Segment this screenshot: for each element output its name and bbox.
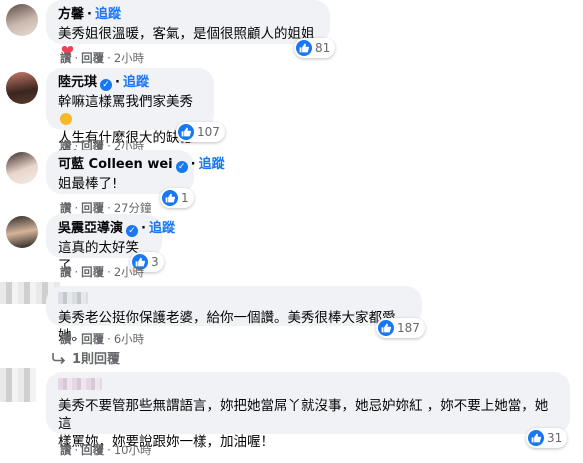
comment-actions: 讚 · 回覆 · 2小時 xyxy=(60,265,145,279)
verified-badge-icon: ✓ xyxy=(100,79,113,91)
reaction-count[interactable]: 187 xyxy=(376,318,425,338)
avatar[interactable] xyxy=(6,216,38,248)
comment-bubble: 方馨 · 追蹤 美秀姐很溫暖，客氣，是個很照顧人的姐姐 xyxy=(46,0,330,56)
like-icon xyxy=(378,320,394,336)
commenter-name[interactable]: 可藍 Colleen wei xyxy=(58,157,173,172)
comment-bubble: 美秀不要管那些無謂語言，妳把她當屌丫就沒事，她忌妒妳紅 ，妳不要上她當，她這 樣… xyxy=(46,372,570,450)
avatar[interactable] xyxy=(6,152,38,184)
commenter-name-redacted xyxy=(58,378,102,390)
reaction-count[interactable]: 1 xyxy=(160,188,194,208)
like-button[interactable]: 讚 xyxy=(60,51,72,65)
like-icon xyxy=(296,40,312,56)
comment-text-line: 幹嘛這樣罵我們家美秀 xyxy=(58,94,193,110)
reaction-count[interactable]: 107 xyxy=(176,122,225,142)
commenter-name[interactable]: 吳震亞導演 xyxy=(58,221,123,236)
comment-actions: 讚 · 回覆 · 6小時 xyxy=(60,332,145,346)
avatar[interactable] xyxy=(0,368,36,402)
comment-actions: 讚 · 回覆 · 10小時 xyxy=(60,443,152,457)
reaction-number: 31 xyxy=(547,431,563,445)
reaction-number: 3 xyxy=(151,255,159,269)
like-button[interactable]: 讚 xyxy=(60,201,72,215)
like-icon xyxy=(162,190,178,206)
reaction-count[interactable]: 31 xyxy=(526,428,568,448)
timestamp[interactable]: 6小時 xyxy=(114,332,144,346)
follow-link[interactable]: 追蹤 xyxy=(199,157,225,172)
comment-text-line: 美秀不要管那些無謂語言，妳把她當屌丫就沒事，她忌妒妳紅 ，妳不要上她當，她這 xyxy=(58,398,549,432)
reply-button[interactable]: 回覆 xyxy=(81,51,104,65)
reply-button[interactable]: 回覆 xyxy=(81,201,104,215)
commenter-name[interactable]: 陸元琪 xyxy=(58,75,97,90)
follow-link[interactable]: 追蹤 xyxy=(123,75,149,90)
like-icon xyxy=(178,124,194,140)
reply-button[interactable]: 回覆 xyxy=(81,332,104,346)
reply-arrow-icon xyxy=(52,352,66,364)
verified-badge-icon: ✓ xyxy=(175,161,188,173)
comment-actions: 讚 · 回覆 · 2小時 xyxy=(60,51,145,65)
replies-count: 1則回覆 xyxy=(72,352,121,367)
reply-button[interactable]: 回覆 xyxy=(81,265,104,279)
verified-badge-icon: ✓ xyxy=(126,225,139,237)
comment-text-line: 美秀姐很溫暖，客氣，是個很照顧人的姐姐 xyxy=(58,26,315,42)
reply-button[interactable]: 回覆 xyxy=(81,443,104,457)
frown-emoji-icon xyxy=(60,113,72,125)
like-button[interactable]: 讚 xyxy=(60,443,72,457)
view-replies-link[interactable]: 1則回覆 xyxy=(52,348,120,367)
timestamp[interactable]: 2小時 xyxy=(114,51,144,65)
reaction-number: 107 xyxy=(197,125,220,139)
like-button[interactable]: 讚 xyxy=(60,332,72,346)
reaction-count[interactable]: 81 xyxy=(294,38,336,58)
avatar[interactable] xyxy=(6,4,38,36)
separator-dot: · xyxy=(87,7,92,22)
timestamp[interactable]: 10小時 xyxy=(114,443,152,457)
comment-bubble: 陸元琪✓·追蹤 幹嘛這樣罵我們家美秀 人生有什麼很大的缺憾嗎？ xyxy=(46,68,214,164)
commenter-name-redacted xyxy=(58,292,88,304)
reaction-number: 1 xyxy=(181,191,189,205)
like-button[interactable]: 讚 xyxy=(60,265,72,279)
commenter-name[interactable]: 方馨 xyxy=(58,7,84,22)
like-icon xyxy=(528,430,544,446)
comment-bubble: 美秀老公挺你保護老婆，給你一個讚。美秀很棒大家都愛她。 xyxy=(46,286,422,344)
timestamp[interactable]: 2小時 xyxy=(114,265,144,279)
follow-link[interactable]: 追蹤 xyxy=(95,7,121,22)
follow-link[interactable]: 追蹤 xyxy=(149,221,175,236)
timestamp[interactable]: 27分鐘 xyxy=(114,201,152,215)
reaction-number: 187 xyxy=(397,321,420,335)
reaction-number: 81 xyxy=(315,41,331,55)
avatar[interactable] xyxy=(6,72,38,104)
